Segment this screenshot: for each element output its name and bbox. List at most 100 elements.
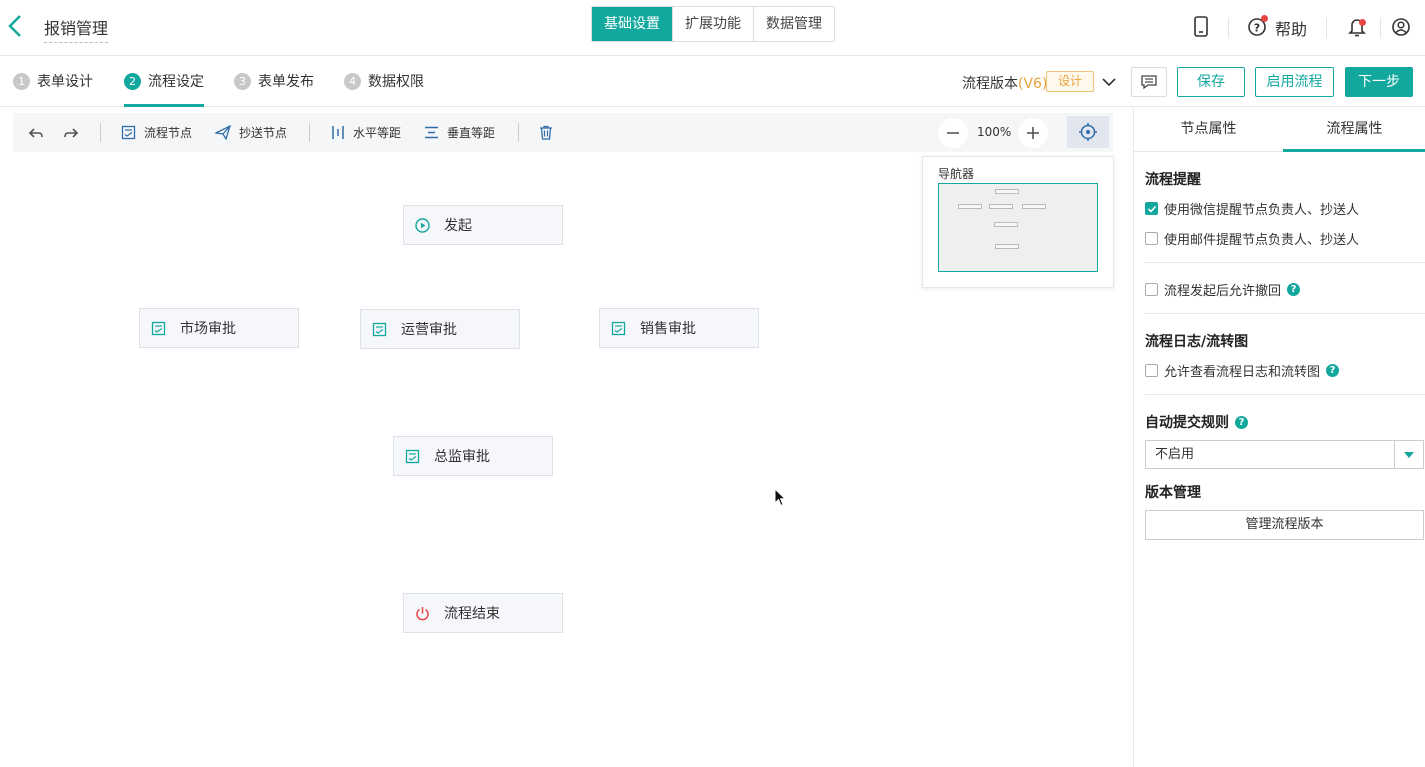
locate-center-icon[interactable] <box>1067 116 1109 148</box>
version-dropdown-chevron-icon[interactable] <box>1100 73 1118 95</box>
flow-version: 流程版本(V6) <box>962 73 1047 93</box>
canvas-toolbar: 流程节点 抄送节点 水平等距 垂直等距 100% <box>13 113 1113 152</box>
node-label: 市场审批 <box>180 321 236 337</box>
enable-flow-button[interactable]: 启用流程 <box>1255 67 1334 97</box>
mini-node <box>995 189 1019 194</box>
tab-node-properties[interactable]: 节点属性 <box>1134 108 1283 152</box>
step-form-publish[interactable]: 3 表单发布 <box>234 71 314 107</box>
user-icon[interactable] <box>1391 16 1411 42</box>
steps-bar: 1 表单设计 2 流程设定 3 表单发布 4 数据权限 流程版本(V6) 设计 … <box>0 57 1425 107</box>
cc-node-label: 抄送节点 <box>239 126 288 140</box>
app-title[interactable]: 报销管理 <box>44 15 109 43</box>
header-divider <box>1326 18 1327 38</box>
node-flow-end[interactable]: 流程结束 <box>403 593 563 633</box>
delete-trash-icon[interactable] <box>539 113 561 152</box>
step-data-permissions[interactable]: 4 数据权限 <box>344 71 424 107</box>
allow-view-log-checkbox[interactable]: 允许查看流程日志和流转图 ? <box>1145 361 1340 380</box>
help-question-icon[interactable]: ? <box>1235 415 1248 429</box>
flow-node-label: 流程节点 <box>144 126 193 140</box>
node-label: 流程结束 <box>444 606 500 622</box>
svg-text:?: ? <box>1254 22 1260 35</box>
node-market-approval[interactable]: 市场审批 <box>139 308 299 348</box>
step-label: 表单设计 <box>37 74 93 90</box>
node-label: 发起 <box>444 218 472 234</box>
horizontal-spacing-button[interactable]: 水平等距 <box>330 113 401 152</box>
tab-extensions[interactable]: 扩展功能 <box>672 7 753 41</box>
vertical-spacing-button[interactable]: 垂直等距 <box>424 113 495 152</box>
approval-form-icon <box>372 322 387 337</box>
node-sales-approval[interactable]: 销售审批 <box>599 308 759 348</box>
comment-button[interactable] <box>1131 67 1167 97</box>
help-question-icon[interactable]: ? <box>1326 364 1340 377</box>
comment-icon <box>1141 75 1157 90</box>
wechat-remind-label: 使用微信提醒节点负责人、抄送人 <box>1164 203 1360 218</box>
tab-basic-settings[interactable]: 基础设置 <box>592 7 672 41</box>
power-icon <box>415 606 430 621</box>
help-icon[interactable]: ? <box>1247 15 1268 42</box>
checkbox-unchecked-icon <box>1145 283 1158 296</box>
zoom-out-icon[interactable] <box>938 118 968 148</box>
mini-node <box>995 244 1019 249</box>
step-label: 流程设定 <box>148 74 204 90</box>
node-operations-approval[interactable]: 运营审批 <box>360 309 520 349</box>
vertical-spacing-label: 垂直等距 <box>447 126 496 140</box>
horizontal-spacing-icon <box>332 126 344 139</box>
allow-withdraw-label: 流程发起后允许撤回 <box>1164 284 1282 299</box>
horizontal-spacing-label: 水平等距 <box>353 126 402 140</box>
add-flow-node-button[interactable]: 流程节点 <box>121 113 192 152</box>
flow-version-label: 流程版本 <box>962 76 1018 92</box>
section-divider <box>1145 394 1425 395</box>
step-number: 1 <box>13 73 30 90</box>
add-cc-node-button[interactable]: 抄送节点 <box>215 113 287 152</box>
zoom-in-icon[interactable] <box>1018 118 1048 148</box>
node-label: 运营审批 <box>401 322 457 338</box>
navigator-panel: 导航器 <box>922 156 1114 288</box>
zoom-level: 100% <box>977 125 1012 139</box>
header-divider <box>1380 18 1381 38</box>
section-auto-submit: 自动提交规则 ? <box>1145 412 1248 432</box>
play-circle-icon <box>415 217 430 233</box>
mini-node <box>989 204 1013 209</box>
node-director-approval[interactable]: 总监审批 <box>393 436 553 476</box>
approval-form-icon <box>611 321 626 336</box>
auto-submit-select[interactable]: 不启用 <box>1145 440 1424 469</box>
mobile-icon[interactable] <box>1193 16 1209 42</box>
step-flow-settings[interactable]: 2 流程设定 <box>124 71 204 107</box>
wechat-remind-checkbox[interactable]: 使用微信提醒节点负责人、抄送人 <box>1145 199 1359 218</box>
help-label[interactable]: 帮助 <box>1275 16 1307 40</box>
toolbar-divider <box>100 123 101 142</box>
allow-withdraw-checkbox[interactable]: 流程发起后允许撤回 ? <box>1145 280 1301 299</box>
tab-flow-properties[interactable]: 流程属性 <box>1283 108 1425 152</box>
checkbox-checked-icon <box>1145 202 1158 215</box>
help-question-icon[interactable]: ? <box>1287 283 1301 296</box>
mini-node <box>958 204 982 209</box>
undo-icon[interactable] <box>28 113 52 152</box>
step-label: 表单发布 <box>258 74 314 90</box>
redo-icon[interactable] <box>63 113 87 152</box>
section-divider <box>1145 313 1425 314</box>
step-number: 2 <box>124 73 141 90</box>
toolbar-divider <box>518 123 519 142</box>
section-title-reminder: 流程提醒 <box>1145 172 1201 188</box>
manage-versions-button[interactable]: 管理流程版本 <box>1145 510 1424 540</box>
step-form-design[interactable]: 1 表单设计 <box>13 71 93 107</box>
help-badge <box>1261 15 1268 22</box>
approval-form-icon <box>151 321 166 336</box>
bell-icon[interactable] <box>1348 16 1366 42</box>
vertical-spacing-icon <box>425 126 438 139</box>
section-title-auto-submit: 自动提交规则 <box>1145 415 1229 431</box>
save-button[interactable]: 保存 <box>1177 67 1245 97</box>
node-start[interactable]: 发起 <box>403 205 563 245</box>
tab-data-management[interactable]: 数据管理 <box>753 7 834 41</box>
navigator-viewport[interactable] <box>938 183 1098 272</box>
main-tabs: 基础设置 扩展功能 数据管理 <box>591 6 835 42</box>
mini-node <box>1022 204 1046 209</box>
section-title-flow-log: 流程日志/流转图 <box>1145 334 1249 350</box>
version-status-badge: 设计 <box>1046 71 1094 92</box>
checkbox-unchecked-icon <box>1145 364 1158 377</box>
send-icon <box>215 125 231 140</box>
email-remind-checkbox[interactable]: 使用邮件提醒节点负责人、抄送人 <box>1145 229 1359 248</box>
next-step-button[interactable]: 下一步 <box>1345 67 1413 97</box>
back-chevron-icon[interactable] <box>6 12 26 42</box>
mouse-cursor-icon <box>774 487 787 511</box>
